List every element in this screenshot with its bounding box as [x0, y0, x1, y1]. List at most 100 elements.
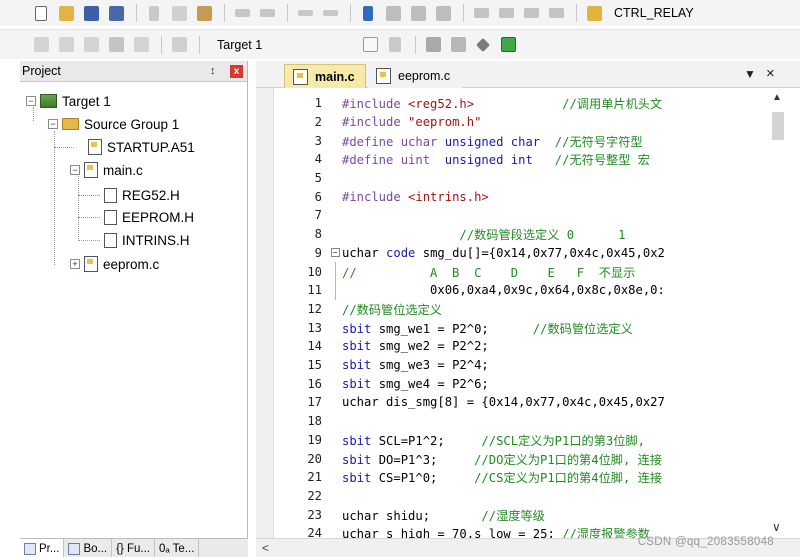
toolbar-separator [576, 4, 577, 22]
code-line[interactable]: 11 0x06,0xa4,0x9c,0x64,0x8c,0x8e,0: [256, 281, 764, 300]
collapse-icon[interactable]: − [26, 96, 36, 106]
tree-item-file[interactable]: + eeprom.c [70, 253, 159, 275]
code-line[interactable]: 12 //数码管位选定义 [256, 300, 764, 319]
code-line[interactable]: 20 sbit DO=P1^3; //DO定义为P1口的第4位脚, 连接 [256, 449, 764, 468]
uncomment-button[interactable] [545, 3, 567, 23]
toolbar-separator [161, 35, 162, 54]
copy-button[interactable] [168, 3, 190, 23]
tree-item-header[interactable]: EEPROM.H [104, 206, 194, 228]
tree-item-file[interactable]: − main.c [70, 159, 143, 181]
stop-build-button[interactable] [130, 35, 152, 55]
code-line[interactable]: 8 //数码管段选定义 0 1 [256, 225, 764, 244]
tab-eeprom-c[interactable]: eeprom.c [368, 64, 462, 88]
manage-components-button[interactable] [447, 35, 469, 55]
nav-forward-button[interactable] [319, 3, 341, 23]
scroll-left-icon[interactable]: < [262, 541, 269, 555]
pack-installer-button[interactable] [497, 35, 519, 55]
collapse-icon[interactable]: − [48, 119, 58, 129]
expand-icon[interactable]: + [70, 259, 80, 269]
scroll-down-icon[interactable]: ∨ [772, 520, 781, 534]
nav-back-button[interactable] [294, 3, 316, 23]
fold-margin [328, 262, 342, 281]
target-select[interactable]: Target 1 [210, 35, 269, 55]
new-file-button[interactable] [30, 3, 52, 23]
scrollbar-thumb[interactable] [772, 112, 784, 140]
download-button[interactable] [168, 35, 190, 55]
config-label[interactable]: CTRL_RELAY [614, 6, 694, 20]
tab-functions[interactable]: {} Fu... [112, 539, 155, 557]
code-line[interactable]: 3 #define uchar unsigned char //无符号字符型 [256, 131, 764, 150]
code-line[interactable]: 10 // A B C D E F 不显示 [256, 262, 764, 281]
code-line[interactable]: 14 sbit smg_we2 = P2^2; [256, 337, 764, 356]
code-line[interactable]: 19 sbit SCL=P1^2; //SCL定义为P1口的第3位脚, [256, 431, 764, 450]
code-line[interactable]: 6 #include <intrins.h> [256, 188, 764, 207]
line-number: 1 [314, 96, 322, 111]
tree-item-header[interactable]: INTRINS.H [104, 229, 190, 251]
code-line[interactable]: 16 sbit smg_we4 = P2^6; [256, 375, 764, 394]
redo-button[interactable] [256, 3, 278, 23]
tree-item-file[interactable]: STARTUP.A51 [88, 136, 195, 158]
clear-bookmarks-button[interactable] [432, 3, 454, 23]
tab-label: 0ₐ Te... [159, 542, 195, 555]
bookmark-button[interactable] [357, 3, 379, 23]
pin-icon[interactable]: ↕ [210, 65, 222, 77]
next-bookmark-button[interactable] [407, 3, 429, 23]
code-token: "eeprom.h" [408, 114, 482, 129]
file-extensions-button[interactable] [422, 35, 444, 55]
save-all-button[interactable] [105, 3, 127, 23]
code-line[interactable]: 22 [256, 487, 764, 506]
fold-collapse-icon[interactable]: − [328, 248, 342, 258]
prev-bookmark-button[interactable] [382, 3, 404, 23]
code-line[interactable]: 17 uchar dis_smg[8] = {0x14,0x77,0x4c,0x4… [256, 393, 764, 412]
save-button[interactable] [80, 3, 102, 23]
paste-button[interactable] [193, 3, 215, 23]
code-line[interactable]: 21 sbit CS=P1^0; //CS定义为P1口的第4位脚, 连接 [256, 468, 764, 487]
vertical-scrollbar[interactable]: ▲ ∨ [764, 88, 800, 538]
code-line[interactable]: 9− uchar code smg_du[]={0x14,0x77,0x4c,0x… [256, 244, 764, 263]
rebuild-button[interactable] [80, 35, 102, 55]
tree-item-target[interactable]: − Target 1 [26, 90, 111, 112]
c-file-icon [293, 69, 308, 85]
code-text: //数码管位选定义 [342, 300, 764, 318]
tab-list-icon[interactable]: ▼ [744, 67, 756, 81]
tab-main-c[interactable]: main.c [284, 64, 366, 88]
indent-button[interactable] [470, 3, 492, 23]
code-line[interactable]: 13 sbit smg_we1 = P2^0; //数码管位选定义 [256, 318, 764, 337]
undo-button[interactable] [231, 3, 253, 23]
code-text: #define uchar unsigned char //无符号字符型 [342, 132, 764, 150]
build-button[interactable] [55, 35, 77, 55]
tree-line [54, 131, 55, 265]
code-line[interactable]: 1 #include <reg52.h> //调用单片机头文 [256, 94, 764, 113]
find-in-files-button[interactable] [583, 3, 605, 23]
close-tab-icon[interactable]: × [766, 65, 775, 82]
tab-project[interactable]: Pr... [20, 539, 65, 557]
code-line[interactable]: 4 #define uint unsigned int //无符号整型 宏 [256, 150, 764, 169]
code-line[interactable]: 5 [256, 169, 764, 188]
scroll-up-icon[interactable]: ▲ [772, 92, 782, 103]
open-file-button[interactable] [55, 3, 77, 23]
load-icon [171, 37, 187, 52]
batch-build-button[interactable] [105, 35, 127, 55]
translate-button[interactable] [30, 35, 52, 55]
tree-item-source-group[interactable]: − Source Group 1 [48, 113, 179, 135]
tree-item-header[interactable]: REG52.H [104, 184, 180, 206]
line-number: 7 [314, 208, 322, 223]
tab-books[interactable]: Bo... [64, 539, 113, 557]
collapse-icon[interactable]: − [70, 165, 80, 175]
target-dropdown-button[interactable] [359, 35, 381, 55]
code-line[interactable]: 15 sbit smg_we3 = P2^4; [256, 356, 764, 375]
code-line[interactable]: 7 [256, 206, 764, 225]
comment-button[interactable] [520, 3, 542, 23]
code-line[interactable]: 23 uchar shidu; //湿度等级 [256, 505, 764, 524]
header-file-icon [104, 187, 117, 203]
cut-button[interactable] [143, 3, 165, 23]
code-token: // A B C D E F 不显示 [342, 265, 636, 280]
select-packs-button[interactable] [472, 35, 494, 55]
unindent-button[interactable] [495, 3, 517, 23]
close-panel-icon[interactable]: x [230, 64, 243, 78]
code-line[interactable]: 18 [256, 412, 764, 431]
target-options-button[interactable] [384, 35, 406, 55]
code-line[interactable]: 2 #include "eeprom.h" [256, 113, 764, 132]
tab-templates[interactable]: 0ₐ Te... [155, 539, 200, 557]
c-file-icon [84, 162, 98, 178]
